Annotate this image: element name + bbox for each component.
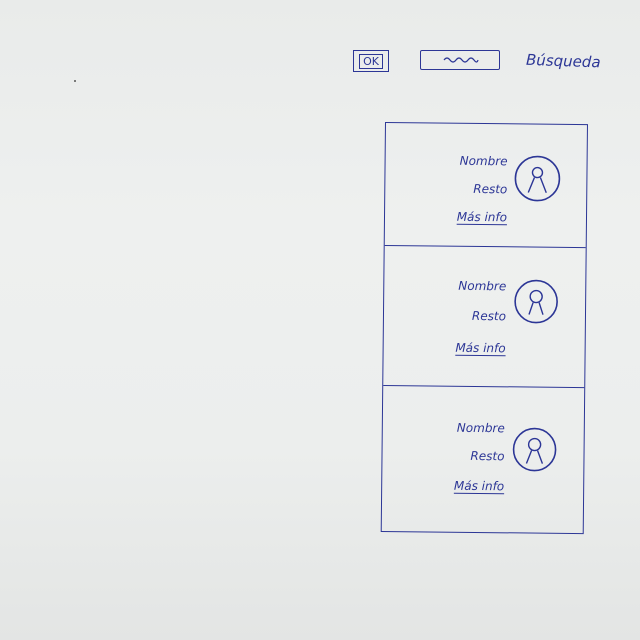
pen-dot: [74, 80, 76, 82]
sketch-page: { "search": { "label": "Búsqueda", "butt…: [0, 0, 640, 640]
ok-button-label: OK: [359, 53, 383, 69]
card-list: Nombre Resto Más info Nombre Resto Más i…: [380, 122, 588, 535]
card-rest: Resto: [470, 448, 505, 464]
avatar-icon: [514, 279, 558, 324]
list-item[interactable]: Nombre Resto Más info: [383, 246, 586, 389]
card-rest: Resto: [471, 308, 507, 324]
scribble-placeholder-icon: [443, 57, 479, 63]
card-name: Nombre: [459, 153, 508, 169]
card-rest: Resto: [473, 181, 508, 197]
more-info-link[interactable]: Más info: [444, 479, 504, 494]
avatar-icon: [512, 427, 557, 472]
search-label: Búsqueda: [525, 50, 601, 72]
list-item[interactable]: Nombre Resto Más info: [384, 123, 587, 249]
more-info-link[interactable]: Más info: [447, 210, 507, 225]
more-info-link[interactable]: Más info: [446, 341, 505, 356]
ok-button[interactable]: OK: [353, 50, 389, 72]
card-name: Nombre: [456, 420, 505, 436]
search-input[interactable]: [420, 50, 500, 70]
list-item[interactable]: Nombre Resto Más info: [382, 386, 585, 533]
card-name: Nombre: [458, 278, 507, 294]
avatar-icon: [514, 155, 561, 202]
